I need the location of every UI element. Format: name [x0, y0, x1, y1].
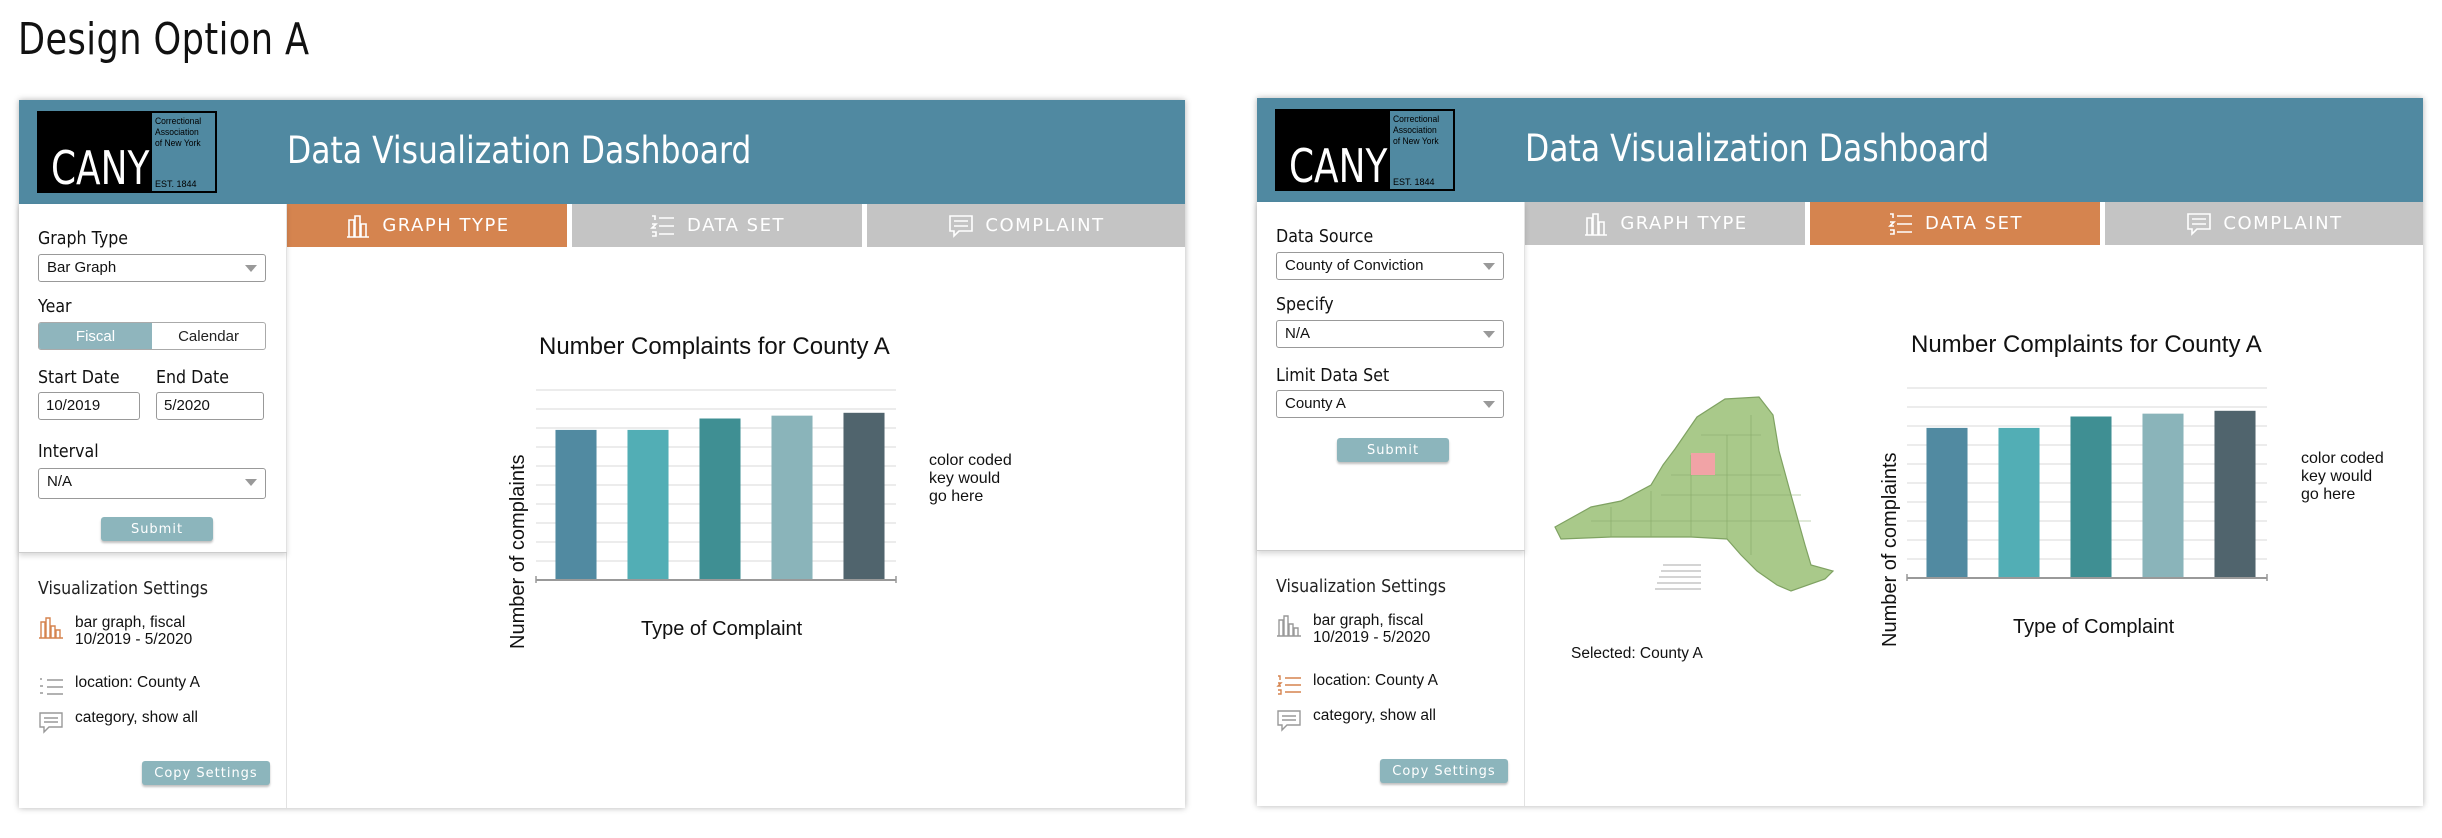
setting-category: category, show all	[1276, 707, 1516, 733]
bar	[555, 429, 597, 580]
end-date-input[interactable]: 5/2020	[156, 392, 264, 420]
bar	[699, 418, 741, 580]
comment-icon	[2187, 212, 2212, 236]
sidebar: Data Source County of Conviction Specify…	[1257, 202, 1525, 806]
chart-x-label: Type of Complaint	[2013, 616, 2175, 638]
data-source-label: Data Source	[1276, 226, 1374, 247]
list-icon	[1276, 675, 1301, 695]
chart-y-label: Number of complaints	[1879, 452, 1901, 647]
tab-graph-type[interactable]: GRAPH TYPE	[1525, 202, 1805, 245]
tab-data-set[interactable]: DATA SET	[572, 204, 862, 247]
limit-data-set-select[interactable]: County A	[1276, 390, 1504, 418]
chevron-down-icon	[245, 265, 257, 272]
chevron-down-icon	[245, 479, 257, 486]
year-toggle[interactable]: Fiscal Calendar	[38, 322, 266, 350]
bar	[627, 429, 669, 580]
graph-type-panel: Graph Type Bar Graph Year Fiscal Calenda…	[19, 204, 287, 553]
chevron-down-icon	[1483, 263, 1495, 270]
bar	[2214, 410, 2256, 578]
sidebar: Graph Type Bar Graph Year Fiscal Calenda…	[19, 204, 287, 808]
cany-logo: CANY Correctional Association of New Yor…	[37, 111, 217, 193]
graph-type-select[interactable]: Bar Graph	[38, 254, 266, 282]
start-date-input[interactable]: 10/2019	[38, 392, 140, 420]
tab-graph-type[interactable]: GRAPH TYPE	[287, 204, 567, 247]
setting-category: category, show all	[38, 709, 278, 735]
chart-area: Number Complaints for County A Number of…	[287, 247, 1185, 808]
bar	[2070, 416, 2112, 578]
cany-logo: CANY Correctional Association of New Yor…	[1275, 109, 1455, 191]
bar-chart-icon	[347, 214, 370, 238]
bar	[843, 412, 885, 580]
new-york-state-map[interactable]	[1551, 395, 1835, 607]
setting-location: location: County A	[38, 674, 278, 700]
comment-icon	[39, 712, 63, 734]
tab-complaint[interactable]: COMPLAINT	[867, 204, 1185, 247]
copy-settings-button[interactable]: Copy Settings	[142, 761, 270, 785]
interval-label: Interval	[38, 441, 99, 462]
setting-graph: bar graph, fiscal 10/2019 - 5/2020	[1276, 612, 1516, 652]
chart-title: Number Complaints for County A	[1911, 331, 2262, 358]
setting-location: location: County A	[1276, 672, 1516, 698]
copy-settings-button[interactable]: Copy Settings	[1380, 759, 1508, 783]
chevron-down-icon	[1483, 331, 1495, 338]
header: CANY Correctional Association of New Yor…	[19, 100, 1185, 204]
visualization-settings-title: Visualization Settings	[1276, 576, 1447, 597]
list-icon	[1888, 212, 1913, 235]
bar	[1998, 427, 2040, 578]
bar-chart	[535, 389, 897, 583]
dashboard-option-graph-type: CANY Correctional Association of New Yor…	[19, 100, 1185, 808]
dashboard-option-data-set: CANY Correctional Association of New Yor…	[1257, 98, 2423, 806]
map-selection-caption: Selected: County A	[1571, 645, 1703, 662]
list-icon	[40, 678, 63, 695]
setting-graph: bar graph, fiscal 10/2019 - 5/2020	[38, 614, 278, 654]
data-source-select[interactable]: County of Conviction	[1276, 252, 1504, 280]
comment-icon	[1277, 710, 1301, 732]
tab-bar: GRAPH TYPE DATA SET COMPLAINT	[287, 204, 1185, 247]
bar	[771, 415, 813, 580]
tab-bar: GRAPH TYPE DATA SET COMPLAINT	[1525, 202, 2423, 245]
page-title: Design Option A	[18, 14, 310, 65]
header-title: Data Visualization Dashboard	[1525, 127, 1990, 170]
graph-type-label: Graph Type	[38, 228, 129, 249]
bar-chart-icon	[39, 617, 63, 639]
chart-area: Selected: County A Number Complaints for…	[1525, 245, 2423, 806]
bar	[2142, 413, 2184, 578]
data-set-panel: Data Source County of Conviction Specify…	[1257, 202, 1525, 551]
end-date-label: End Date	[156, 367, 229, 388]
tab-data-set[interactable]: DATA SET	[1810, 202, 2100, 245]
start-date-label: Start Date	[38, 367, 120, 388]
tab-complaint[interactable]: COMPLAINT	[2105, 202, 2423, 245]
bar-chart-icon	[1277, 615, 1301, 637]
specify-select[interactable]: N/A	[1276, 320, 1504, 348]
interval-select[interactable]: N/A	[38, 468, 266, 499]
bar	[1926, 427, 1968, 578]
list-icon	[650, 214, 675, 237]
header: CANY Correctional Association of New Yor…	[1257, 98, 2423, 202]
limit-data-set-label: Limit Data Set	[1276, 365, 1390, 386]
comment-icon	[949, 214, 974, 238]
chart-y-label: Number of complaints	[507, 454, 529, 649]
year-option-fiscal[interactable]: Fiscal	[39, 323, 152, 349]
submit-button[interactable]: Submit	[1337, 438, 1449, 462]
header-title: Data Visualization Dashboard	[287, 129, 752, 172]
chart-x-label: Type of Complaint	[641, 618, 803, 640]
bar-chart-icon	[1585, 212, 1608, 236]
year-label: Year	[38, 296, 72, 317]
visualization-settings-title: Visualization Settings	[38, 578, 209, 599]
legend-placeholder: color coded key would go here	[2301, 450, 2384, 503]
year-option-calendar[interactable]: Calendar	[152, 323, 265, 349]
specify-label: Specify	[1276, 294, 1334, 315]
chevron-down-icon	[1483, 401, 1495, 408]
legend-placeholder: color coded key would go here	[929, 452, 1012, 505]
chart-title: Number Complaints for County A	[539, 333, 890, 360]
bar-chart	[1906, 387, 2268, 581]
submit-button[interactable]: Submit	[101, 517, 213, 541]
